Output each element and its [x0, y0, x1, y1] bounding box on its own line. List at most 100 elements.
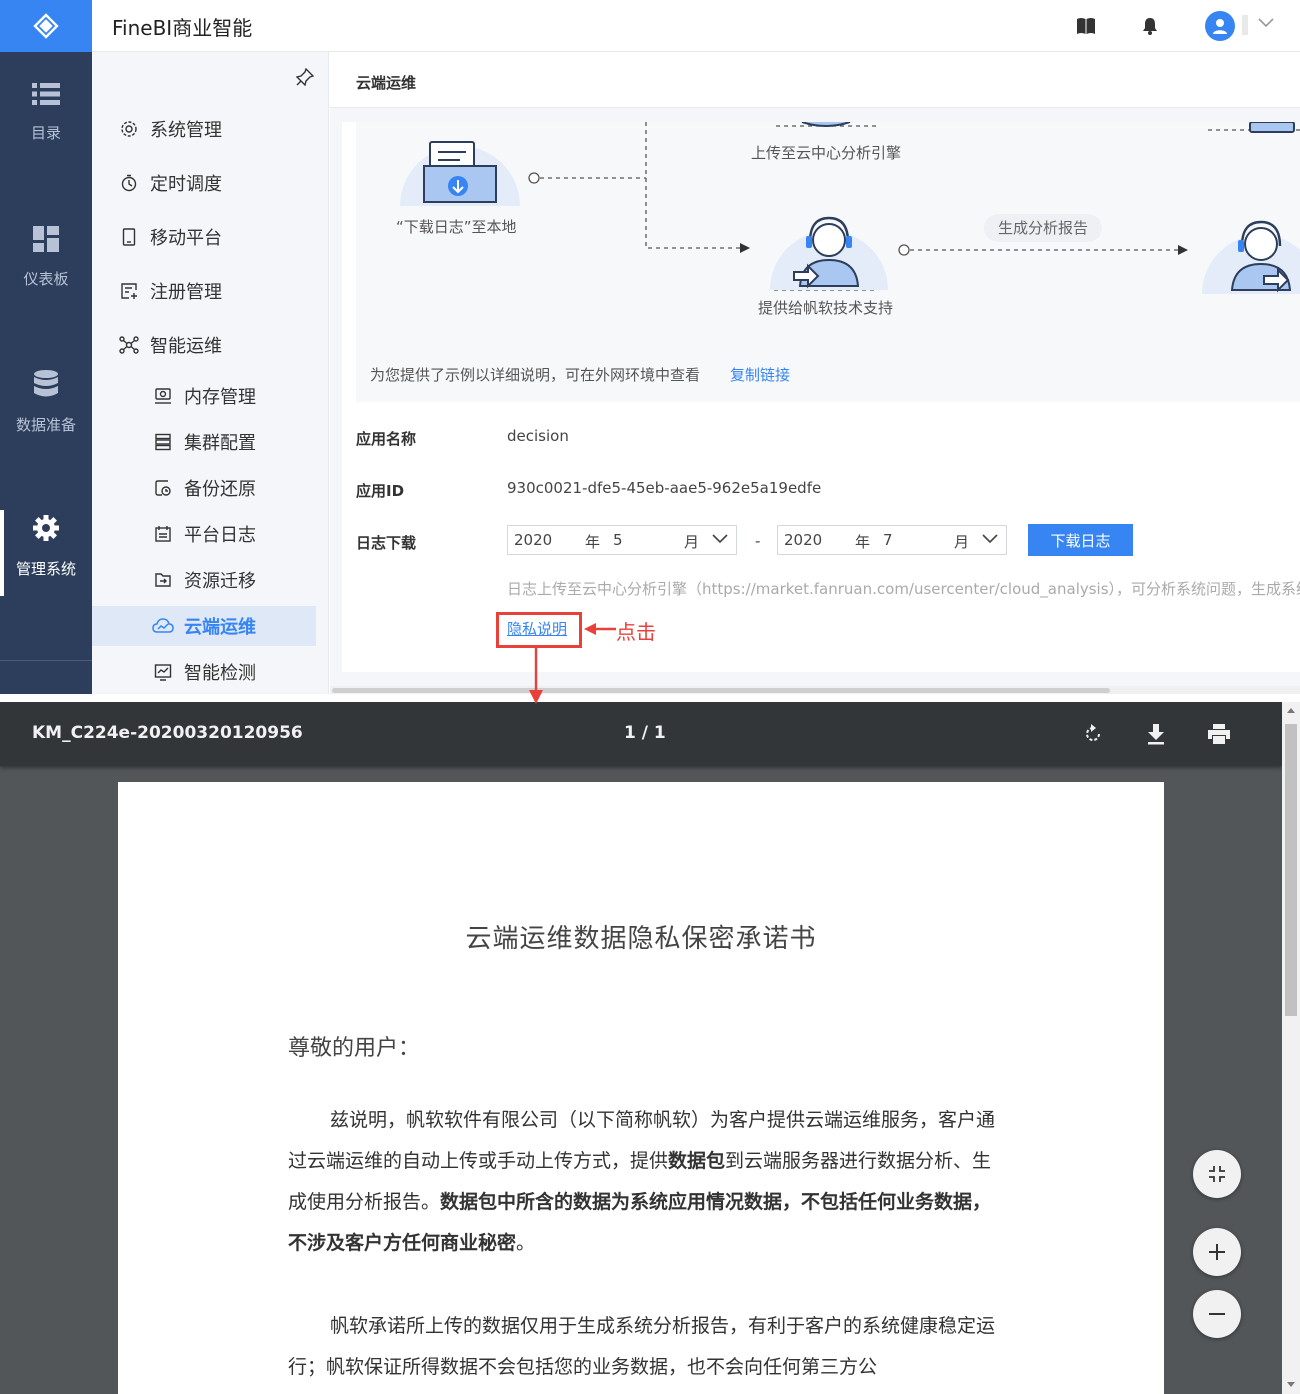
document-paragraph-1: 兹说明，帆软软件有限公司（以下简称帆软）为客户提供云端运维服务，客户通过云端运维…	[288, 1109, 996, 1254]
book-icon[interactable]	[1076, 16, 1096, 36]
page-title: 云端运维	[356, 74, 417, 92]
chevron-down-icon[interactable]	[1258, 18, 1274, 28]
pin-icon[interactable]	[296, 68, 314, 86]
start-month: 5	[613, 531, 623, 549]
download-icon	[1148, 724, 1164, 745]
nav-divider	[0, 660, 92, 661]
example-tip: 为您提供了示例以详细说明，可在外网环境中查看	[370, 366, 701, 384]
copy-link[interactable]: 复制链接	[730, 364, 790, 385]
subnav-memory-management[interactable]: 内存管理	[92, 376, 316, 416]
subnav-mobile-platform[interactable]: 移动平台	[92, 217, 316, 257]
chevron-down-icon	[982, 534, 998, 544]
viewer-toolbar: KM_C224e-20200320120956 1 / 1	[0, 702, 1282, 766]
zoom-in-button[interactable]	[1193, 1228, 1241, 1276]
report-step-pill: 生成分析报告	[984, 214, 1103, 242]
subnav-backup-restore[interactable]: 备份还原	[92, 468, 316, 508]
network-icon	[119, 336, 139, 354]
nav-catalog[interactable]: 目录	[0, 52, 92, 172]
nav-admin-system[interactable]: 管理系统	[0, 486, 92, 606]
sub-nav: 系统管理 定时调度 移动平台 注册管理 智能运维 内存管理 集群配置 备份还原	[92, 52, 329, 694]
zoom-out-button[interactable]	[1193, 1290, 1241, 1338]
download-log-button[interactable]: 下载日志	[1028, 524, 1133, 556]
subnav-label: 云端运维	[184, 617, 256, 638]
print-button[interactable]	[1207, 722, 1231, 746]
pdf-viewer: KM_C224e-20200320120956 1 / 1 云端运维数据隐私保密…	[0, 702, 1300, 1394]
vertical-scrollbar[interactable]	[1282, 702, 1300, 1394]
cloud-ops-card: “下载日志”至本地 上传至云中心分析引擎 提供给帆软技术支持 生成分析报告 为您…	[342, 122, 1300, 672]
fit-page-button[interactable]	[1193, 1150, 1241, 1198]
start-month-unit: 月	[684, 533, 700, 551]
upload-illustration	[801, 122, 851, 127]
minus-icon	[1209, 1313, 1225, 1315]
main-content: 云端运维 “下载日志”至本地 上传至云中心分析引擎 提供给帆软技术支持 生成分析…	[330, 52, 1300, 694]
subnav-smart-ops[interactable]: 智能运维	[92, 325, 316, 365]
page-indicator: 1 / 1	[624, 723, 666, 743]
user-icon	[1213, 19, 1227, 34]
scrollbar-thumb[interactable]	[1285, 724, 1297, 1016]
subnav-label: 注册管理	[150, 282, 222, 303]
bell-icon[interactable]	[1140, 16, 1160, 36]
report-illustration	[1202, 220, 1300, 294]
subnav-registration[interactable]: 注册管理	[92, 271, 316, 311]
subnav-scheduling[interactable]: 定时调度	[92, 163, 316, 203]
upload-label: 上传至云中心分析引擎	[751, 144, 902, 162]
subnav-label: 智能检测	[184, 663, 256, 684]
subnav-label: 资源迁移	[184, 571, 256, 592]
download-label: “下载日志”至本地	[396, 218, 517, 236]
left-nav: 目录 仪表板 数据准备 管理系统	[0, 52, 92, 694]
mobile-icon	[122, 228, 136, 246]
subnav-label: 备份还原	[184, 479, 256, 500]
database-icon	[34, 369, 58, 396]
app-title: FineBI商业智能	[112, 16, 253, 40]
rotate-button[interactable]	[1081, 722, 1105, 746]
start-year: 2020	[514, 531, 553, 549]
subnav-resource-migration[interactable]: 资源迁移	[92, 560, 316, 600]
nav-dashboard-label: 仪表板	[23, 269, 69, 288]
nav-data-prep[interactable]: 数据准备	[0, 342, 92, 462]
memory-icon	[155, 388, 171, 404]
user-name-redacted[interactable]	[1242, 15, 1248, 35]
subnav-smart-detection[interactable]: 智能检测	[92, 652, 316, 692]
nav-data-prep-label: 数据准备	[15, 415, 76, 434]
scrollbar-thumb[interactable]	[332, 688, 1110, 693]
top-bar: FineBI商业智能	[92, 0, 1300, 52]
dashboard-icon	[33, 225, 59, 252]
subnav-label: 移动平台	[150, 228, 222, 249]
backup-icon	[155, 480, 171, 496]
scroll-up-arrow[interactable]	[1287, 708, 1295, 713]
document-paragraph-2: 帆软承诺所上传的数据仅用于生成系统分析报告，有利于客户的系统健康稳定运行；帆软保…	[288, 1315, 996, 1378]
subnav-cloud-ops[interactable]: 云端运维	[92, 606, 316, 646]
app-logo[interactable]	[0, 0, 92, 52]
nav-dashboard[interactable]: 仪表板	[0, 197, 92, 317]
cloud-ops-icon	[152, 618, 174, 633]
end-month-picker[interactable]: 2020 年 7 月	[777, 525, 1007, 555]
avatar[interactable]	[1205, 11, 1235, 41]
subnav-cluster-config[interactable]: 集群配置	[92, 422, 316, 462]
nav-catalog-label: 目录	[30, 123, 61, 142]
subnav-label: 系统管理	[150, 120, 222, 141]
detect-icon	[154, 664, 172, 681]
subnav-platform-log[interactable]: 平台日志	[92, 514, 316, 554]
timer-icon	[121, 174, 137, 192]
app-name-value: decision	[507, 427, 569, 445]
app-name-label: 应用名称	[356, 430, 417, 448]
download-button[interactable]	[1144, 722, 1168, 746]
support-label: 提供给帆软技术支持	[758, 299, 894, 317]
pdf-page: 云端运维数据隐私保密承诺书 尊敬的用户： 兹说明，帆软软件有限公司（以下简称帆软…	[118, 782, 1164, 1394]
gear-icon	[33, 514, 59, 541]
subnav-system-management[interactable]: 系统管理	[92, 109, 316, 149]
migrate-icon	[155, 573, 171, 587]
start-month-picker[interactable]: 2020 年 5 月	[507, 525, 737, 555]
subnav-label: 定时调度	[150, 174, 222, 195]
chevron-down-icon	[712, 534, 728, 544]
app-id-label: 应用ID	[356, 482, 405, 500]
scroll-down-arrow[interactable]	[1287, 1382, 1295, 1387]
register-icon	[121, 283, 137, 299]
tech-support-illustration	[770, 216, 888, 290]
horizontal-scrollbar[interactable]	[330, 686, 1300, 694]
logo-icon	[33, 13, 59, 39]
list-icon	[32, 82, 60, 105]
end-month-unit: 月	[954, 533, 970, 551]
analysis-engine-illustration	[1249, 122, 1295, 133]
content-header: 云端运维	[330, 52, 1300, 108]
